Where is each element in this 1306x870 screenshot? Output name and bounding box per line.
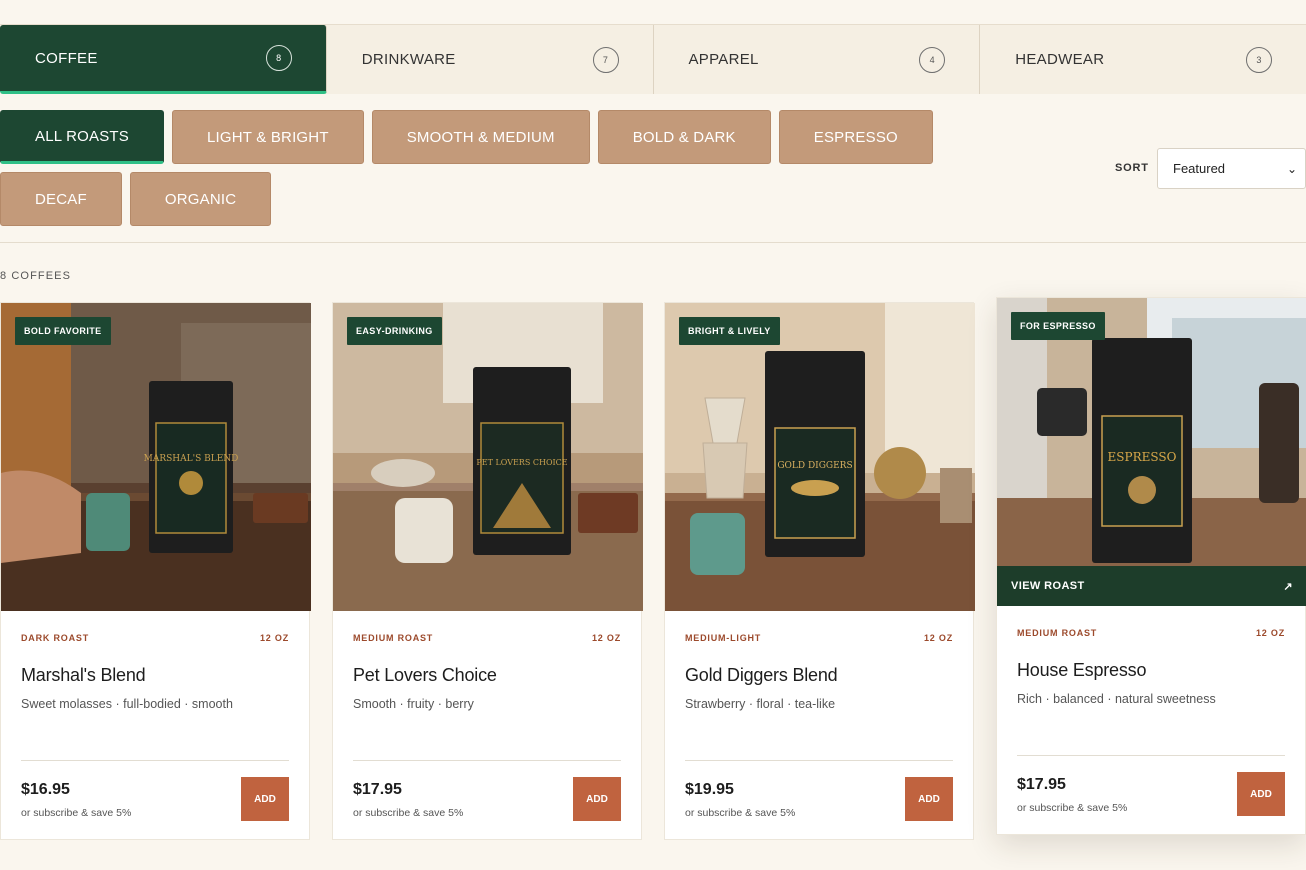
filter-organic[interactable]: ORGANIC	[129, 172, 272, 226]
tab-label: COFFEE	[35, 49, 98, 67]
sort-value: Featured	[1173, 161, 1226, 176]
product-card[interactable]: PET LOVERS CHOICE EASY-DRINKING MEDIUM R…	[332, 302, 643, 840]
add-to-cart-button[interactable]: ADD	[573, 777, 621, 821]
tab-label: HEADWEAR	[1015, 51, 1105, 68]
external-link-icon: ↗	[1283, 580, 1293, 593]
filter-decaf[interactable]: DECAF	[0, 172, 122, 226]
product-card[interactable]: MARSHAL'S BLEND BOLD FAVORITE DARK ROAST…	[0, 302, 311, 840]
roast-level: DARK ROAST	[21, 633, 89, 643]
subscribe-note: or subscribe & save 5%	[21, 807, 132, 819]
divider	[0, 242, 1306, 243]
product-price: $17.95	[353, 781, 402, 798]
product-meta: MEDIUM-LIGHT 12 OZ	[685, 633, 953, 643]
view-roast-button[interactable]: VIEW ROAST ↗	[997, 566, 1306, 606]
filter-espresso[interactable]: ESPRESSO	[778, 110, 933, 164]
divider	[1017, 755, 1285, 756]
tab-count-badge: 8	[265, 45, 292, 71]
result-count: 8 COFFEES	[0, 270, 72, 282]
svg-text:MARSHAL'S BLEND: MARSHAL'S BLEND	[144, 454, 239, 464]
product-image[interactable]: ESPRESSO FOR ESPRESSO VIEW ROAST ↗	[997, 298, 1306, 606]
divider	[21, 760, 289, 761]
product-price: $17.95	[1017, 776, 1066, 793]
chevron-down-icon: ⌄	[1286, 161, 1297, 176]
tab-count-badge: 4	[919, 46, 946, 73]
product-name[interactable]: Pet Lovers Choice	[353, 665, 497, 686]
tab-count-badge: 3	[1246, 46, 1272, 73]
tab-coffee[interactable]: COFFEE 8	[0, 25, 327, 94]
tasting-notes: Strawberry · floral · tea-like	[685, 697, 836, 711]
tab-count-badge: 7	[592, 46, 619, 73]
sort-select[interactable]: Featured ⌄	[1157, 148, 1306, 189]
svg-text:PET LOVERS CHOICE: PET LOVERS CHOICE	[476, 458, 567, 467]
add-to-cart-button[interactable]: ADD	[241, 777, 289, 821]
product-card[interactable]: GOLD DIGGERS BRIGHT & LIVELY MEDIUM-LIGH…	[664, 302, 975, 840]
product-meta: MEDIUM ROAST 12 OZ	[1017, 628, 1285, 638]
product-image[interactable]: MARSHAL'S BLEND BOLD FAVORITE	[1, 303, 311, 611]
subscribe-note: or subscribe & save 5%	[353, 807, 464, 819]
product-badge: BOLD FAVORITE	[15, 317, 111, 345]
product-price: $16.95	[21, 781, 70, 798]
add-to-cart-button[interactable]: ADD	[1237, 772, 1285, 816]
add-to-cart-button[interactable]: ADD	[905, 777, 953, 821]
svg-text:ESPRESSO: ESPRESSO	[1108, 450, 1177, 464]
sort-label: SORT	[1115, 162, 1149, 174]
product-name[interactable]: Marshal's Blend	[21, 665, 146, 686]
filter-bold-dark[interactable]: BOLD & DARK	[597, 110, 771, 164]
product-image[interactable]: PET LOVERS CHOICE EASY-DRINKING	[333, 303, 643, 611]
filter-all-roasts[interactable]: ALL ROASTS	[0, 110, 164, 164]
subscribe-note: or subscribe & save 5%	[685, 807, 796, 819]
tab-label: DRINKWARE	[361, 51, 456, 68]
tasting-notes: Rich · balanced · natural sweetness	[1017, 692, 1216, 706]
product-name[interactable]: Gold Diggers Blend	[685, 665, 838, 686]
roast-filters: ALL ROASTS LIGHT & BRIGHT SMOOTH & MEDIU…	[0, 110, 1040, 226]
product-price: $19.95	[685, 781, 734, 798]
tab-apparel[interactable]: APPAREL 4	[654, 25, 981, 94]
filter-light-bright[interactable]: LIGHT & BRIGHT	[171, 110, 364, 164]
bag-size: 12 OZ	[259, 633, 289, 643]
product-meta: MEDIUM ROAST 12 OZ	[353, 633, 621, 643]
tasting-notes: Smooth · fruity · berry	[353, 697, 474, 711]
product-badge: FOR ESPRESSO	[1011, 312, 1105, 340]
roast-level: MEDIUM ROAST	[353, 633, 434, 643]
tab-label: APPAREL	[688, 51, 759, 68]
product-card[interactable]: ESPRESSO FOR ESPRESSO VIEW ROAST ↗ MEDIU…	[996, 297, 1306, 835]
product-badge: BRIGHT & LIVELY	[679, 317, 780, 345]
filter-smooth-medium[interactable]: SMOOTH & MEDIUM	[371, 110, 590, 164]
bag-size: 12 OZ	[591, 633, 621, 643]
tab-headwear[interactable]: HEADWEAR 3	[980, 25, 1306, 94]
roast-level: MEDIUM ROAST	[1017, 628, 1098, 638]
product-name[interactable]: House Espresso	[1017, 660, 1146, 681]
bag-size: 12 OZ	[923, 633, 953, 643]
category-tabs: COFFEE 8 DRINKWARE 7 APPAREL 4 HEADWEAR …	[0, 24, 1306, 94]
tab-drinkware[interactable]: DRINKWARE 7	[327, 25, 654, 94]
product-image[interactable]: GOLD DIGGERS BRIGHT & LIVELY	[665, 303, 975, 611]
tasting-notes: Sweet molasses · full-bodied · smooth	[21, 697, 233, 711]
divider	[685, 760, 953, 761]
roast-level: MEDIUM-LIGHT	[685, 633, 762, 643]
divider	[353, 760, 621, 761]
svg-text:GOLD DIGGERS: GOLD DIGGERS	[777, 461, 852, 471]
bag-size: 12 OZ	[1255, 628, 1285, 638]
subscribe-note: or subscribe & save 5%	[1017, 802, 1128, 814]
product-meta: DARK ROAST 12 OZ	[21, 633, 289, 643]
product-badge: EASY-DRINKING	[347, 317, 442, 345]
view-roast-label: VIEW ROAST	[1011, 580, 1085, 592]
